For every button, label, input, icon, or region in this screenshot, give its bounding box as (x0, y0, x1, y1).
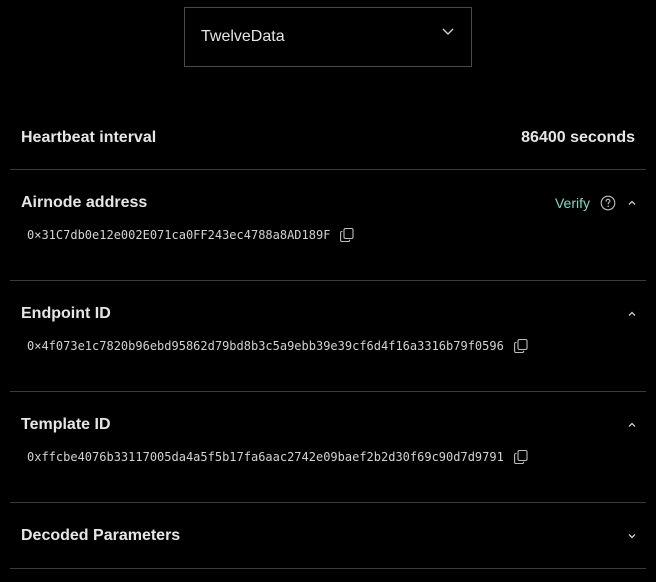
airnode-section: Airnode address Verify 0×31C7db0e12e002E… (10, 170, 646, 281)
template-id-value: 0xffcbe4076b33117005da4a5f5b17fa6aac2742… (27, 450, 504, 464)
verify-link[interactable]: Verify (555, 195, 590, 211)
endpoint-section: Endpoint ID 0×4f073e1c7820b96ebd95862d79… (10, 281, 646, 392)
airnode-value-line: 0×31C7db0e12e002E071ca0FF243ec4788a8AD18… (27, 227, 355, 243)
copy-icon[interactable] (339, 227, 355, 243)
endpoint-section-header[interactable]: Endpoint ID (21, 303, 638, 325)
heartbeat-row: Heartbeat interval 86400 seconds (10, 106, 646, 170)
help-circle-icon[interactable] (600, 195, 616, 211)
airnode-title: Airnode address (21, 194, 148, 211)
chevron-up-icon[interactable] (626, 197, 638, 209)
provider-selected-value: TwelveData (201, 28, 285, 45)
page: TwelveData Heartbeat interval 86400 seco… (0, 0, 656, 582)
decoded-parameters-section: Decoded Parameters (10, 503, 646, 569)
decoded-parameters-title: Decoded Parameters (21, 527, 181, 544)
template-section: Template ID 0xffcbe4076b33117005da4a5f5b… (10, 392, 646, 503)
decoded-parameters-header[interactable]: Decoded Parameters (21, 525, 638, 547)
endpoint-value-line: 0×4f073e1c7820b96ebd95862d79bd8b3c5a9ebb… (27, 338, 529, 354)
template-value-line: 0xffcbe4076b33117005da4a5f5b17fa6aac2742… (27, 449, 529, 465)
heartbeat-value: 86400 seconds (521, 128, 635, 146)
chevron-down-icon (442, 28, 454, 35)
airnode-address-value: 0×31C7db0e12e002E071ca0FF243ec4788a8AD18… (27, 228, 331, 242)
airnode-section-header[interactable]: Airnode address Verify (21, 192, 638, 214)
chevron-down-icon[interactable] (626, 530, 638, 542)
heartbeat-label: Heartbeat interval (21, 128, 157, 146)
template-section-header[interactable]: Template ID (21, 414, 638, 436)
template-title: Template ID (21, 416, 111, 433)
chevron-up-icon[interactable] (626, 419, 638, 431)
provider-dropdown[interactable]: TwelveData (184, 7, 472, 67)
copy-icon[interactable] (513, 338, 529, 354)
chevron-up-icon[interactable] (626, 308, 638, 320)
endpoint-id-value: 0×4f073e1c7820b96ebd95862d79bd8b3c5a9ebb… (27, 339, 504, 353)
airnode-header-actions: Verify (555, 195, 638, 211)
copy-icon[interactable] (513, 449, 529, 465)
endpoint-title: Endpoint ID (21, 305, 111, 322)
